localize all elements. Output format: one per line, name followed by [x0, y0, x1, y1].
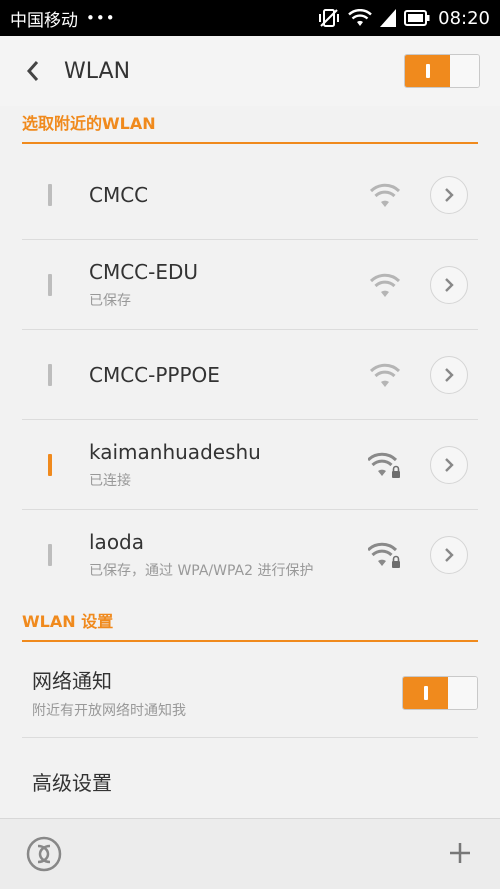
wifi-item-cmcc[interactable]: CMCC — [22, 150, 478, 240]
wifi-list: CMCC CMCC-EDU 已保存 CMCC-PPPOE kaimanhuade… — [22, 150, 478, 600]
toggle-off-segment — [450, 55, 479, 87]
toggle-on-indicator — [425, 64, 430, 78]
toggle-on-indicator — [423, 685, 428, 700]
wifi-item-cmcc-edu[interactable]: CMCC-EDU 已保存 — [22, 240, 478, 330]
add-network-button[interactable] — [440, 837, 480, 872]
wifi-name: kaimanhuadeshu — [89, 439, 261, 464]
wifi-detail-button[interactable] — [430, 536, 468, 574]
connection-indicator — [48, 273, 52, 296]
chevron-right-icon — [445, 457, 454, 472]
wifi-name: CMCC — [89, 182, 149, 207]
signal-strength-icon — [380, 9, 397, 27]
wifi-status: 已保存 — [89, 292, 131, 309]
connection-indicator — [48, 544, 52, 566]
notification-dots: ••• — [86, 9, 116, 27]
toggle-off-segment — [448, 676, 477, 709]
back-button[interactable] — [20, 58, 46, 84]
wifi-secured-icon — [368, 540, 402, 570]
setting-text: 高级设置 — [32, 767, 478, 796]
section-header-settings: WLAN 设置 — [22, 604, 478, 642]
wifi-status-icon — [348, 9, 372, 27]
wifi-text: laoda 已保存，通过 WPA/WPA2 进行保护 — [89, 530, 368, 580]
wifi-name: CMCC-EDU — [89, 259, 199, 284]
wifi-status: 已连接 — [89, 472, 131, 489]
toggle-on-segment — [403, 676, 448, 709]
wifi-assistant-icon — [26, 836, 62, 872]
wifi-item-kaimanhuadeshu[interactable]: kaimanhuadeshu 已连接 — [22, 420, 478, 510]
wifi-detail-button[interactable] — [430, 265, 468, 304]
wifi-assistant-button[interactable] — [20, 830, 68, 878]
wifi-detail-button[interactable] — [430, 355, 468, 394]
wlan-toggle[interactable] — [404, 54, 480, 88]
notify-title: 网络通知 — [32, 669, 112, 693]
network-notify-row[interactable]: 网络通知 附近有开放网络时通知我 — [22, 648, 478, 738]
wifi-secured-icon — [368, 450, 402, 480]
section-header-nearby: 选取附近的WLAN — [22, 106, 478, 144]
toggle-on-segment — [405, 55, 450, 87]
header: WLAN — [0, 36, 500, 106]
setting-text: 网络通知 附近有开放网络时通知我 — [32, 665, 402, 720]
wifi-detail-button[interactable] — [430, 445, 468, 484]
notify-toggle[interactable] — [402, 675, 478, 710]
vibrate-off-icon — [318, 8, 340, 28]
connection-indicator — [48, 363, 52, 386]
wifi-item-cmcc-pppoe[interactable]: CMCC-PPPOE — [22, 330, 478, 420]
clock: 08:20 — [438, 7, 490, 29]
connection-indicator — [48, 453, 52, 476]
chevron-right-icon — [445, 548, 454, 562]
bottom-bar — [0, 818, 500, 889]
wifi-text: CMCC-EDU 已保存 — [89, 260, 368, 310]
page-title: WLAN — [64, 58, 131, 84]
wifi-name: CMCC-PPPOE — [89, 362, 220, 387]
wifi-item-laoda[interactable]: laoda 已保存，通过 WPA/WPA2 进行保护 — [22, 510, 478, 600]
connection-indicator — [48, 183, 52, 206]
chevron-right-icon — [445, 187, 454, 202]
wifi-name: laoda — [89, 530, 144, 554]
wifi-status: 已保存，通过 WPA/WPA2 进行保护 — [89, 563, 314, 579]
battery-icon — [404, 10, 430, 26]
wifi-signal-icon — [368, 360, 402, 390]
chevron-right-icon — [445, 367, 454, 382]
wifi-text: CMCC-PPPOE — [89, 363, 368, 387]
wifi-signal-icon — [368, 180, 402, 210]
status-icons: 08:20 — [318, 8, 490, 29]
wifi-text: CMCC — [89, 183, 368, 207]
advanced-settings-row[interactable]: 高级设置 — [22, 738, 478, 824]
wifi-detail-button[interactable] — [430, 175, 468, 214]
carrier-name: 中国移动 — [10, 10, 78, 31]
notify-subtitle: 附近有开放网络时通知我 — [32, 703, 186, 719]
plus-icon — [450, 842, 470, 863]
wifi-signal-icon — [368, 270, 402, 300]
chevron-left-icon — [26, 61, 39, 81]
status-bar: 中国移动 ••• 08:20 — [0, 0, 500, 36]
wifi-text: kaimanhuadeshu 已连接 — [89, 440, 368, 490]
advanced-title: 高级设置 — [32, 770, 112, 795]
chevron-right-icon — [445, 277, 454, 292]
carrier-group: 中国移动 ••• — [10, 6, 318, 31]
